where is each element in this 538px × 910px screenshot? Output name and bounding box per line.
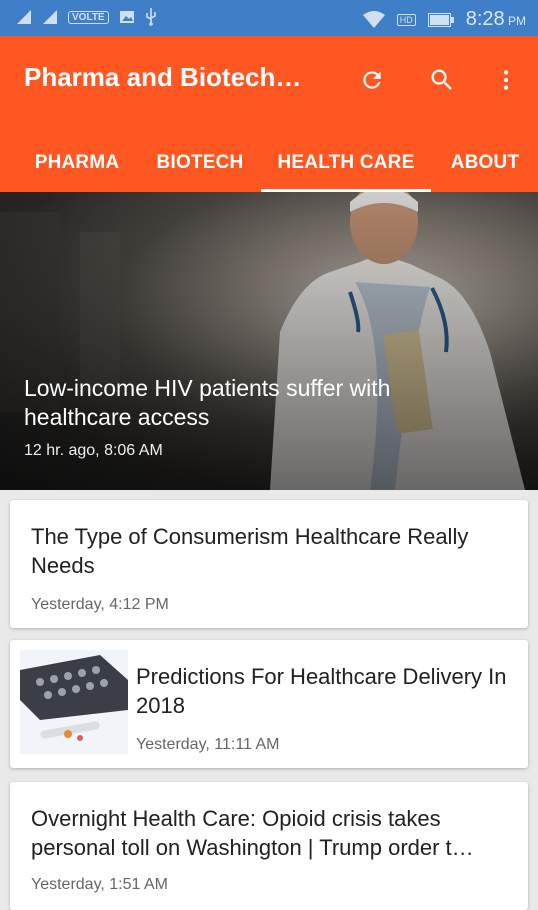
clock: 8:28 PM [465,8,526,30]
app-title: Pharma and Biotech… [24,62,302,92]
featured-article[interactable]: Low-income HIV patients suffer with heal… [0,192,538,490]
article-card[interactable]: Overnight Health Care: Opioid crisis tak… [10,782,528,910]
search-button[interactable] [422,60,462,100]
tab-bar: PHARMA BIOTECH HEALTH CARE ABOUT [0,134,538,192]
app-bar: Pharma and Biotech… PHARMA BIOTECH HEALT… [0,36,538,192]
tab-biotech[interactable]: BIOTECH [142,134,258,192]
wifi-icon [362,10,385,28]
tab-health-care[interactable]: HEALTH CARE [261,134,431,192]
battery-icon [427,12,454,27]
featured-time: 12 hr. ago, 8:06 AM [24,442,163,459]
usb-icon [145,8,156,26]
search-icon [431,69,452,90]
tab-pharma[interactable]: PHARMA [18,134,136,192]
article-title: The Type of Consumerism Healthcare Reall… [31,524,469,578]
refresh-icon [363,71,381,89]
volte-badge: VOLTE [68,10,109,24]
refresh-button[interactable] [352,60,392,100]
article-time: Yesterday, 4:12 PM [31,596,169,613]
article-title: Overnight Health Care: Opioid crisis tak… [31,806,474,860]
overflow-menu-button[interactable] [486,60,526,100]
article-thumbnail [20,650,128,754]
article-card[interactable]: The Type of Consumerism Healthcare Reall… [10,500,528,628]
pills-photo [20,650,128,754]
status-bar: VOLTE HD 8:28 PM [0,0,538,36]
gallery-icon [119,11,134,23]
article-time: Yesterday, 11:11 AM [136,736,280,753]
signal-icon [17,10,31,24]
article-title: Predictions For Healthcare Delivery In 2… [136,664,507,718]
hd-badge: HD [396,13,416,26]
tab-about[interactable]: ABOUT [440,134,530,192]
more-vert-icon [503,70,509,90]
article-time: Yesterday, 1:51 AM [31,876,168,893]
featured-title: Low-income HIV patients suffer with heal… [24,375,391,430]
signal-icon [43,10,57,24]
article-card[interactable]: Predictions For Healthcare Delivery In 2… [10,640,528,768]
